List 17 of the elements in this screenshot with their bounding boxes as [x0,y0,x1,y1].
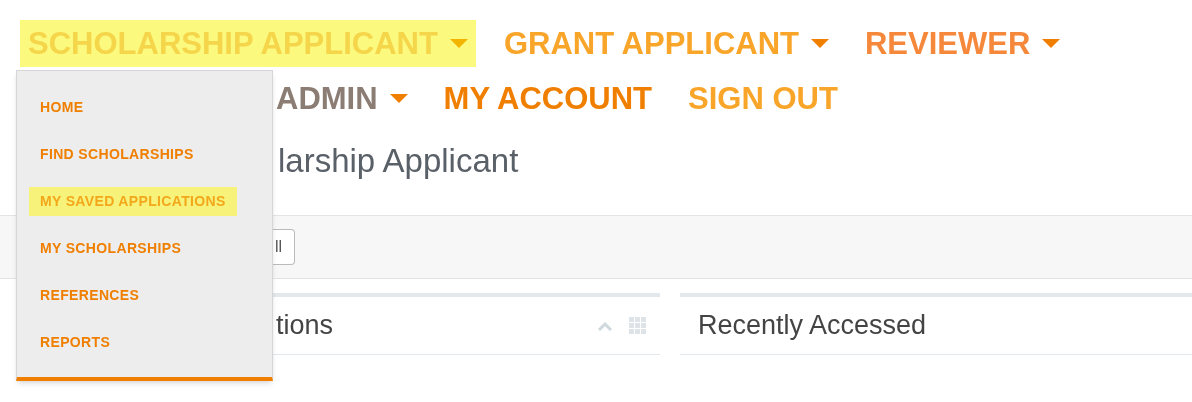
menu-item[interactable]: REFERENCES [29,281,151,310]
nav-link[interactable]: REVIEWER [865,28,1031,59]
nav-link[interactable]: SIGN OUT [688,83,838,114]
menu-item[interactable]: FIND SCHOLARSHIPS [29,140,205,169]
menu-item[interactable]: REPORTS [29,328,122,357]
toolbar-button[interactable]: ll [273,229,296,265]
chevron-up-icon[interactable] [597,320,613,331]
nav-link[interactable]: GRANT APPLICANT [503,28,799,59]
nav-link[interactable]: MY ACCOUNT [443,83,652,114]
grid-icon[interactable] [629,317,646,334]
menu-item[interactable]: MY SAVED APPLICATIONS [29,187,237,216]
menu-item[interactable]: HOME [29,93,95,122]
nav-link[interactable]: ADMIN [276,83,378,114]
menu-item[interactable]: MY SCHOLARSHIPS [29,234,193,263]
panel-title: tions [276,309,334,343]
panel-title: Recently Accessed [698,309,927,343]
page-title: larship Applicant [278,144,520,177]
